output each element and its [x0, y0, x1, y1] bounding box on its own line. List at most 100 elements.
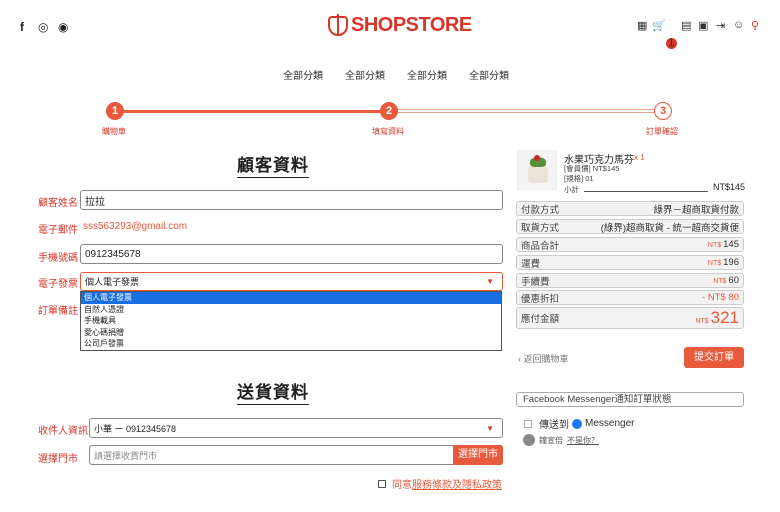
store-input[interactable]: 請選擇收貨門市: [89, 445, 503, 465]
step-2-label: 填寫資料: [372, 127, 404, 136]
handling-fee-row: 手續費 NT$ 60: [516, 273, 744, 288]
subtotal-line: [584, 191, 708, 192]
goods-total-row: 商品合計 NT$ 145: [516, 237, 744, 252]
step-2-circle: 2: [380, 102, 398, 120]
shopstore-logo[interactable]: SHOPSTORE: [328, 13, 472, 37]
send-to-label: 傳送到: [539, 420, 569, 431]
email-label: 電子郵件: [38, 225, 78, 236]
email-value: sss563293@gmail.com: [83, 221, 188, 232]
grand-total-value: 321: [710, 308, 739, 327]
nav-item[interactable]: 全部分類: [407, 67, 447, 82]
payment-method-row: 付款方式 綠界－超商取貨付款: [516, 201, 744, 216]
messenger-label: Messenger: [585, 418, 635, 429]
instagram-icon[interactable]: ◎: [38, 20, 48, 34]
shipping-fee-value: 196: [723, 257, 739, 268]
note-label: 訂單備註: [38, 306, 78, 317]
line-icon[interactable]: ◉: [58, 20, 68, 34]
agree-prefix: 同意: [392, 480, 412, 491]
cart-icon[interactable]: 🛒 1: [652, 19, 677, 49]
user-icon[interactable]: ☺: [733, 19, 744, 31]
receiver-label: 收件人資訊: [38, 426, 88, 437]
muffin-icon: [528, 165, 548, 183]
currency: NT$: [713, 278, 727, 285]
fb-user-name: 鐘宣倍: [539, 435, 563, 445]
phone-value: 0912345678: [85, 248, 141, 260]
back-to-cart-link[interactable]: ‹ 返回購物車: [518, 352, 569, 365]
store-placeholder: 請選擇收貨門市: [94, 450, 158, 461]
shipping-fee-row: 運費 NT$ 196: [516, 255, 744, 270]
handling-label: 手續費: [521, 276, 550, 288]
product-spec: [規格] 01: [564, 174, 594, 183]
dropdown-option[interactable]: 手機載具: [81, 315, 501, 327]
messenger-row: 傳送到 Messenger: [524, 416, 634, 431]
dropdown-option[interactable]: 自然人憑證: [81, 304, 501, 316]
submit-order-button[interactable]: 提交訂單: [684, 347, 744, 368]
fb-user-row: 鐘宣倍 不是你？: [523, 434, 599, 446]
discount-label: 優惠折扣: [521, 293, 560, 305]
cart-badge: 1: [665, 38, 677, 49]
currency: NT$: [707, 260, 722, 267]
discount-value: - NT$ 80: [702, 292, 739, 303]
delivery-label: 取貨方式: [521, 222, 560, 234]
invoice-dropdown-list: 個人電子發票 自然人憑證 手機載具 愛心碼捐贈 公司戶發票: [80, 291, 502, 351]
shipping-fee-label: 運費: [521, 258, 541, 270]
store-label: 選擇門市: [38, 454, 78, 465]
send-checkbox[interactable]: [524, 419, 532, 428]
delivery-value: (綠界)超商取貨 - 統一超商交貨便: [600, 222, 739, 234]
invoice-select[interactable]: 個人電子發票 ▼: [80, 272, 503, 291]
shipping-section-title: 送貨資料: [237, 378, 309, 405]
payment-label: 付款方式: [521, 204, 560, 216]
goods-total-value: 145: [723, 239, 739, 250]
search-icon[interactable]: ⚲: [751, 19, 759, 32]
dropdown-option[interactable]: 個人電子發票: [81, 292, 501, 304]
product-qty: x 1: [634, 153, 645, 162]
facebook-icon[interactable]: f: [20, 20, 24, 34]
step-1-label: 購物車: [102, 127, 126, 136]
progress-bar-todo: [390, 109, 664, 113]
grand-total-label: 應付金額: [521, 314, 560, 325]
step-3-circle: 3: [654, 102, 672, 120]
chat-icon[interactable]: ▤: [681, 19, 691, 32]
terms-link[interactable]: 服務條款及隱私政策: [412, 476, 502, 491]
nav-item[interactable]: 全部分類: [345, 67, 385, 82]
card-icon[interactable]: ▣: [698, 19, 708, 32]
name-label: 顧客姓名: [38, 198, 78, 209]
handling-value: 60: [728, 275, 739, 286]
payment-value: 綠界－超商取貨付款: [653, 204, 739, 216]
chevron-down-icon: ▼: [486, 277, 494, 286]
product-image: [517, 150, 557, 190]
nav-item[interactable]: 全部分類: [283, 67, 323, 82]
receiver-select[interactable]: 小華 ー 0912345678 ▼: [89, 418, 503, 438]
agree-checkbox[interactable]: [378, 479, 386, 488]
dropdown-option[interactable]: 公司戶發票: [81, 338, 501, 350]
receiver-value: 小華 ー 0912345678: [94, 423, 177, 434]
step-3-label: 訂單確認: [646, 127, 678, 136]
fb-messenger-notify-box: Facebook Messenger通知訂單狀態: [516, 392, 744, 407]
step-1-circle: 1: [106, 102, 124, 120]
strawberry-icon: [534, 155, 540, 161]
customer-section-title: 顧客資料: [237, 151, 309, 178]
subtotal-label: 小計: [564, 185, 579, 194]
invoice-selected-value: 個人電子發票: [85, 277, 140, 287]
phone-input[interactable]: 0912345678: [80, 244, 503, 264]
grid-icon[interactable]: ▦: [637, 19, 647, 32]
messenger-icon: [572, 418, 582, 429]
grand-total-row: 應付金額 NT$ 321: [516, 307, 744, 329]
chevron-down-icon: ▼: [486, 424, 494, 433]
name-input[interactable]: 拉拉: [80, 190, 503, 210]
agree-row: 同意 服務條款及隱私政策: [378, 476, 502, 491]
goods-total-label: 商品合計: [521, 240, 560, 252]
not-you-link[interactable]: 不是你？: [567, 435, 599, 446]
nav-item[interactable]: 全部分類: [469, 67, 509, 82]
select-store-button[interactable]: 選擇門市: [453, 445, 503, 465]
currency: NT$: [695, 318, 709, 325]
discount-row: 優惠折扣 - NT$ 80: [516, 290, 744, 305]
currency: NT$: [707, 242, 722, 249]
delivery-method-row: 取貨方式 (綠界)超商取貨 - 統一超商交貨便: [516, 219, 744, 234]
progress-bar-done: [116, 110, 390, 113]
avatar: [523, 434, 535, 446]
login-icon[interactable]: ⇥: [716, 19, 725, 32]
name-value: 拉拉: [85, 196, 105, 208]
dropdown-option[interactable]: 愛心碼捐贈: [81, 327, 501, 339]
phone-label: 手機號碼: [38, 253, 78, 264]
